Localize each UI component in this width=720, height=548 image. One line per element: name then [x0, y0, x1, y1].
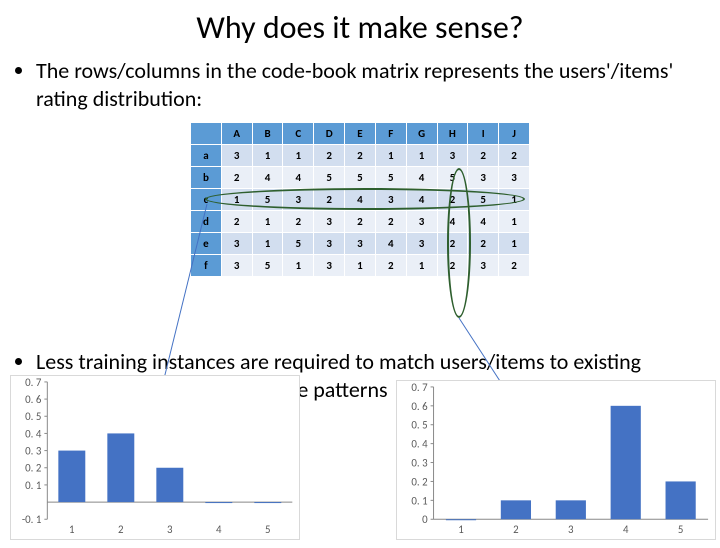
svg-text:5: 5	[265, 523, 271, 536]
svg-text:4: 4	[623, 523, 629, 536]
svg-text:0. 3: 0. 3	[25, 445, 42, 458]
svg-text:1: 1	[69, 523, 75, 536]
svg-text:0. 7: 0. 7	[411, 381, 428, 394]
svg-text:0. 1: 0. 1	[25, 479, 42, 492]
svg-text:3: 3	[568, 523, 574, 536]
chart-right: 0 0. 1 0. 2 0. 3 0. 4 0. 5 0. 6 0. 7 1 2 3 4 5	[396, 380, 716, 540]
svg-text:0. 2: 0. 2	[25, 462, 42, 475]
svg-text:0. 3: 0. 3	[411, 456, 428, 469]
svg-text:0. 6: 0. 6	[25, 393, 42, 406]
svg-text:0: 0	[422, 513, 428, 526]
svg-text:5: 5	[678, 523, 684, 536]
table-row: e3153343221	[191, 233, 530, 255]
table-row: b2445554533	[191, 167, 530, 189]
svg-text:0. 7: 0. 7	[25, 376, 42, 389]
svg-text:0. 1: 0. 1	[411, 494, 428, 507]
table-row: d2123223441	[191, 211, 530, 233]
svg-text:4: 4	[216, 523, 222, 536]
chart-left: -0. 1 0. 1 0. 2 0. 3 0. 4 0. 5 0. 6 0. 7 1 2 3 4 5	[10, 375, 300, 540]
svg-text:0. 4: 0. 4	[411, 438, 428, 451]
bullet-1: The rows/columns in the code-book matrix…	[36, 57, 720, 112]
slide-title: Why does it make sense?	[0, 8, 720, 47]
svg-text:3: 3	[167, 523, 173, 536]
svg-text:0. 5: 0. 5	[25, 410, 41, 423]
svg-text:0. 5: 0. 5	[411, 419, 427, 432]
table-row: f3513121232	[191, 255, 530, 277]
svg-text:1: 1	[458, 523, 464, 536]
codebook-table: ABCDEFGHIJ a3112211322 b2445554533 c1532…	[190, 122, 530, 277]
svg-text:0. 4: 0. 4	[25, 427, 42, 440]
table-row: c1532434251	[191, 189, 530, 211]
table-row: a3112211322	[191, 145, 530, 167]
svg-text:0. 6: 0. 6	[411, 400, 428, 413]
svg-text:-0. 1: -0. 1	[22, 513, 42, 526]
svg-text:0. 2: 0. 2	[411, 475, 428, 488]
svg-text:2: 2	[118, 523, 124, 536]
table-header-row: ABCDEFGHIJ	[191, 123, 530, 145]
svg-text:2: 2	[513, 523, 519, 536]
